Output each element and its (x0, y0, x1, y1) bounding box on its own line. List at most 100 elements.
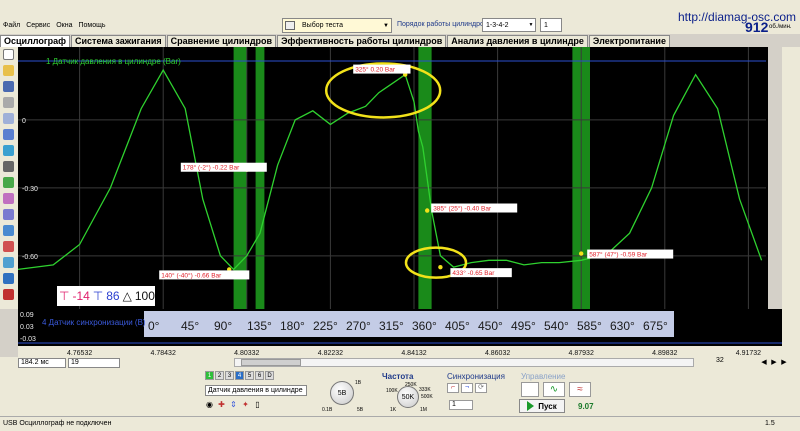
zoom-icon[interactable] (3, 161, 14, 172)
scope-scrollbar[interactable] (768, 47, 782, 309)
probe-icon[interactable]: ▯ (253, 400, 262, 409)
channel-2-button[interactable]: 2 (215, 371, 224, 380)
channel-6-button[interactable]: 6 (255, 371, 264, 380)
new-file-icon[interactable] (3, 49, 14, 60)
sync-fall-icon[interactable]: ¬ (461, 383, 473, 393)
tab-cylinder-compare[interactable]: Сравнение цилиндров (166, 35, 277, 47)
channel-3-button[interactable]: 3 (225, 371, 234, 380)
left-toolbar (0, 47, 18, 309)
arrows-icon[interactable] (3, 225, 14, 236)
menu-file[interactable]: Файл (3, 22, 20, 29)
oscilloscope-app: Файл Сервис Окна Помощь Выбор теста ▼ По… (0, 0, 800, 431)
menu-windows[interactable]: Окна (56, 22, 72, 29)
channel-4-button[interactable]: 4 (235, 371, 244, 380)
channel-1-button[interactable]: 1 (205, 371, 214, 380)
right-strip (782, 47, 800, 407)
table-icon[interactable] (3, 273, 14, 284)
marker-label: 325° 0.20 Bar (355, 66, 396, 74)
scope-plot[interactable]: 0 -0.30 -0.60 1 Датчик давления в цилиндре… (18, 47, 782, 309)
grid-icon[interactable] (3, 257, 14, 268)
record-wave-icon[interactable]: ≈ (569, 382, 591, 397)
cursor-2-icon: ⊤ (92, 289, 104, 303)
waveform-icon[interactable] (3, 177, 14, 188)
timebase-select[interactable]: 184.2 мс (18, 358, 66, 368)
channel-sensor-select[interactable]: Датчик давления в цилиндре (205, 385, 307, 396)
control-title: Управление (521, 372, 566, 381)
measure-icon[interactable] (3, 129, 14, 140)
angle-label: 495° (511, 319, 536, 333)
time-tick-label: 4.84132 (401, 350, 426, 357)
menu-help[interactable]: Помощь (78, 22, 105, 29)
menu-service[interactable]: Сервис (26, 22, 50, 29)
crank-band-1 (255, 47, 265, 309)
tab-cylinder-efficiency[interactable]: Эффективность работы цилиндров (277, 35, 447, 47)
scale-icon[interactable]: ✦ (241, 400, 250, 409)
cursor-1-value: -14 (72, 289, 90, 303)
crank-bands (233, 47, 590, 309)
trigger-icon[interactable] (3, 241, 14, 252)
frequency-knob[interactable]: 50K (397, 386, 419, 408)
play-prev-icon[interactable]: ◀ (760, 358, 768, 367)
tab-ignition[interactable]: Система зажигания (71, 35, 166, 47)
counter-value: 9.07 (578, 402, 594, 411)
cylinder-number-value: 1 (544, 21, 548, 29)
tab-bar: Осциллограф Система зажигания Сравнение … (0, 35, 800, 47)
print-icon[interactable] (3, 97, 14, 108)
pause-icon[interactable] (521, 382, 539, 397)
open-folder-icon[interactable] (3, 65, 14, 76)
top-bar: Файл Сервис Окна Помощь Выбор теста ▼ По… (0, 0, 800, 35)
cylinder-order-select[interactable]: 1-3-4-2 ▼ (482, 18, 536, 32)
marker-label: 178° (-2°) -0.22 Bar (183, 164, 240, 172)
play-end-icon[interactable]: ▶ (780, 358, 788, 367)
marker-icon[interactable] (3, 145, 14, 156)
channel-label: 1 Датчик давления в цилиндре (Bar) (46, 57, 181, 66)
tab-oscilloscope[interactable]: Осциллограф (0, 35, 71, 47)
crank-band-2 (418, 47, 432, 309)
flag-icon[interactable] (3, 289, 14, 300)
filter-icon[interactable] (3, 209, 14, 220)
time-tick-label: 4.91732 (736, 350, 761, 357)
offset-icon[interactable]: ⇕ (229, 400, 238, 409)
sync-channel[interactable]: 0.09 0.03 -0.03 4 Датчик синхронизации (B)… (18, 309, 782, 346)
channel-5-button[interactable]: 5 (245, 371, 254, 380)
angle-label: 585° (577, 319, 602, 333)
scroll-thumb[interactable] (241, 359, 301, 366)
y-axis-ticks: 0 -0.30 -0.60 (22, 118, 38, 261)
version-status: 1.5 (765, 420, 775, 427)
site-link[interactable]: http://diamag-osc.com (678, 10, 796, 24)
start-button[interactable]: Пуск (519, 399, 565, 413)
tab-power[interactable]: Электропитание (588, 35, 670, 47)
pressure-trace (18, 68, 763, 271)
samples-select[interactable]: 19 (68, 358, 120, 368)
math-icon[interactable] (3, 193, 14, 204)
horizontal-scrollbar[interactable] (234, 358, 694, 367)
start-label: Пуск (538, 401, 557, 411)
test-select[interactable]: Выбор теста ▼ (282, 18, 392, 33)
test-select-value: Выбор теста (302, 22, 343, 29)
sync-channel-select[interactable]: 1 (449, 400, 473, 410)
sync-auto-icon[interactable]: ⟳ (475, 383, 487, 393)
time-tick-label: 4.78432 (151, 350, 176, 357)
freq-label-500k: 500K (421, 394, 433, 400)
sync-rise-icon[interactable]: ⌐ (447, 383, 459, 393)
save-icon[interactable] (3, 81, 14, 92)
cursor-icon[interactable] (3, 113, 14, 124)
cylinder-order-label: Порядок работы цилиндров (397, 21, 488, 28)
channel-d-button[interactable]: D (265, 371, 274, 380)
volts-knob[interactable]: 5В (330, 381, 354, 405)
eye-icon[interactable]: ◉ (205, 400, 214, 409)
rpm-value: 912 (745, 19, 769, 35)
y-tick-label: -0.60 (22, 254, 38, 261)
play-next-icon[interactable]: ▶ (770, 358, 778, 367)
tab-pressure-analysis[interactable]: Анализ давления в цилиндре (447, 35, 588, 47)
invert-icon[interactable]: ✚ (217, 400, 226, 409)
angle-label: 450° (478, 319, 503, 333)
freq-label-1k: 1K (390, 407, 397, 413)
angle-label: 270° (346, 319, 371, 333)
zoom-value: 32 (716, 357, 724, 364)
cylinder-number-stepper[interactable]: 1 (540, 18, 562, 32)
time-ticks: 4.76532 4.78432 4.80332 4.82232 4.84132 4.860… (67, 350, 761, 357)
sine-icon[interactable]: ∿ (543, 382, 565, 397)
cursor-readout: ⊤ -14 ⊤ 86 △ 100 (57, 286, 155, 306)
freq-label-100k: 100K (386, 388, 398, 394)
